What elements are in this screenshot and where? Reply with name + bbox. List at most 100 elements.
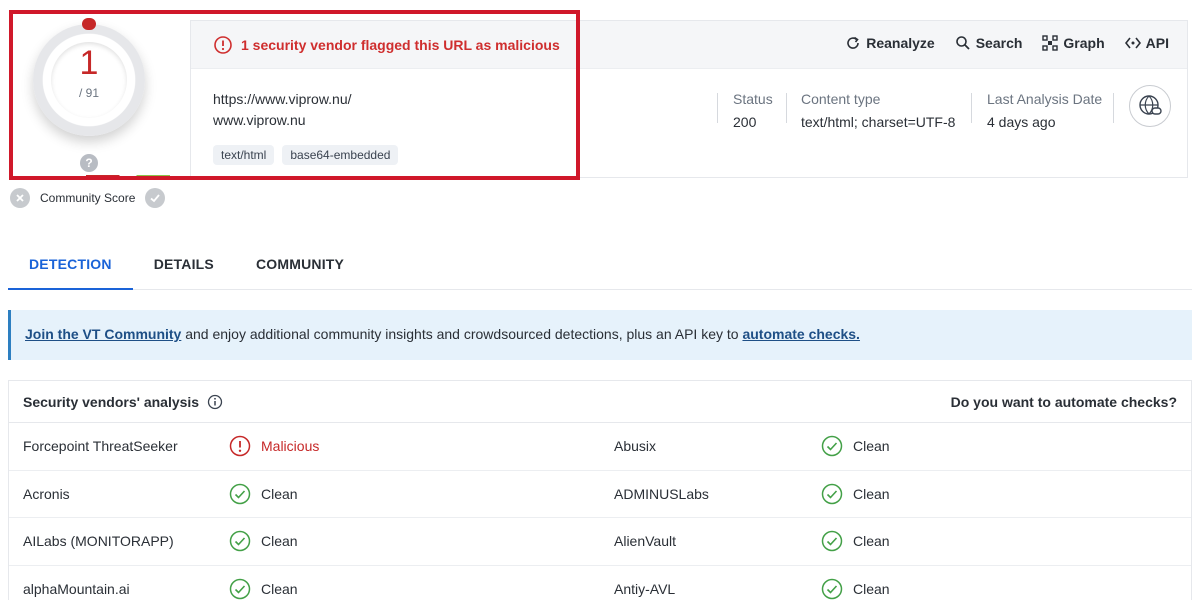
vendors-title: Security vendors' analysis: [23, 393, 200, 410]
reanalyze-label: Reanalyze: [866, 35, 935, 51]
check-icon: [150, 194, 161, 203]
vendor-result-cell: Clean: [229, 578, 298, 600]
vote-malicious-button[interactable]: [10, 188, 30, 208]
full-url: https://www.viprow.nu/: [213, 91, 352, 107]
vendor-name-cell: AILabs (MONITORAPP): [23, 533, 174, 549]
result-clean: Clean: [853, 533, 890, 549]
url-summary-card: 1 security vendor flagged this URL as ma…: [190, 20, 1188, 178]
vendor-name: ADMINUSLabs: [614, 485, 709, 502]
automate-checks-prompt[interactable]: Do you want to automate checks?: [951, 394, 1177, 410]
community-score-row: Community Score: [10, 188, 166, 208]
vendor-name-cell: Acronis: [23, 486, 70, 502]
status-meta: Status 200: [733, 89, 773, 133]
vendor-name-cell: Abusix: [614, 438, 656, 454]
content-type-label: Content type: [801, 91, 881, 107]
community-score-bar: [86, 175, 170, 179]
vendor-name: AlienVault: [614, 533, 677, 549]
automate-checks-link[interactable]: automate checks.: [742, 326, 860, 342]
vendor-name: Abusix: [614, 438, 657, 454]
vote-harmless-button[interactable]: [145, 188, 166, 208]
graph-button[interactable]: Graph: [1042, 35, 1105, 51]
globe-link-button[interactable]: [1129, 85, 1171, 127]
vendor-row: Forcepoint ThreatSeeker Malicious Abusix Cl…: [9, 423, 1191, 471]
api-icon: [1124, 37, 1141, 49]
result-clean: Clean: [261, 533, 298, 549]
community-score-label: Community Score: [40, 191, 136, 205]
check-circle-icon: [821, 530, 843, 552]
vendor-row: alphaMountain.ai Clean Antiy-AVL Clean: [9, 566, 1191, 600]
status-label: Status: [733, 91, 773, 107]
result-malicious: Malicious: [261, 438, 320, 454]
graph-label: Graph: [1063, 35, 1105, 51]
vendor-result-cell: Clean: [821, 578, 890, 600]
vendor-name-cell: Antiy-AVL: [614, 581, 675, 597]
vendor-name-cell: alphaMountain.ai: [23, 581, 130, 597]
divider: [717, 93, 718, 123]
last-analysis-meta: Last Analysis Date 4 days ago: [987, 89, 1102, 133]
alert-circle-icon: [229, 435, 251, 457]
api-label: API: [1145, 35, 1169, 51]
score-indicator-dot: [82, 18, 96, 30]
check-circle-icon: [821, 578, 843, 599]
api-button[interactable]: API: [1124, 35, 1169, 51]
divider: [1113, 93, 1114, 123]
detection-count: 1: [79, 44, 99, 82]
tag-text-html[interactable]: text/html: [213, 145, 275, 165]
check-circle-icon: [229, 483, 251, 504]
vendor-name-cell: ADMINUSLabs: [614, 486, 709, 502]
info-icon[interactable]: [207, 394, 223, 410]
search-button[interactable]: Search: [955, 35, 1023, 51]
status-value: 200: [733, 114, 757, 130]
url-block: https://www.viprow.nu/ www.viprow.nu: [213, 89, 352, 131]
result-clean: Clean: [853, 485, 890, 502]
alert-circle-icon: [214, 36, 232, 54]
result-clean: Clean: [853, 438, 890, 454]
content-type-value: text/html; charset=UTF-8: [801, 114, 956, 130]
vendor-name: AILabs (MONITORAPP): [23, 533, 174, 549]
vendor-result-cell: Clean: [821, 483, 890, 505]
reanalyze-button[interactable]: Reanalyze: [845, 35, 935, 51]
vendor-name: Acronis: [23, 485, 70, 502]
vendor-name: Forcepoint ThreatSeeker: [23, 438, 178, 454]
check-circle-icon: [821, 435, 843, 457]
check-circle-icon: [229, 530, 251, 552]
community-banner: Join the VT Community and enjoy addition…: [8, 310, 1192, 360]
tab-bar: DETECTION DETAILS COMMUNITY: [8, 240, 1192, 290]
vendor-result-cell: Clean: [229, 530, 298, 552]
globe-link-icon: [1139, 95, 1162, 115]
community-score-help-icon[interactable]: ?: [80, 154, 98, 172]
domain: www.viprow.nu: [213, 112, 306, 128]
tab-community[interactable]: COMMUNITY: [235, 240, 365, 289]
tab-detection[interactable]: DETECTION: [8, 240, 133, 290]
tag-list: text/html base64-embedded: [213, 145, 399, 165]
vendor-name: alphaMountain.ai: [23, 580, 130, 597]
tab-details[interactable]: DETAILS: [133, 240, 235, 289]
divider: [971, 93, 972, 123]
banner-text: and enjoy additional community insights …: [181, 326, 743, 342]
graph-icon: [1042, 35, 1059, 51]
detection-score-ring: 1 / 91: [33, 18, 145, 136]
last-analysis-label: Last Analysis Date: [987, 91, 1103, 107]
vendor-result-cell: Clean: [821, 435, 890, 457]
search-label: Search: [975, 35, 1023, 51]
flag-bar: 1 security vendor flagged this URL as ma…: [191, 21, 1187, 69]
search-icon: [955, 36, 970, 50]
tag-base64-embedded[interactable]: base64-embedded: [282, 145, 399, 165]
vendor-name-cell: Forcepoint ThreatSeeker: [23, 438, 178, 454]
header-actions: Reanalyze Search Graph API: [845, 35, 1169, 51]
content-type-meta: Content type text/html; charset=UTF-8: [801, 89, 955, 133]
vendor-name: Antiy-AVL: [614, 580, 676, 597]
check-circle-icon: [821, 483, 843, 504]
vendor-row: Acronis Clean ADMINUSLabs Clean: [9, 471, 1191, 518]
result-clean: Clean: [853, 580, 890, 597]
refresh-icon: [847, 36, 860, 49]
check-circle-icon: [229, 578, 251, 599]
divider: [786, 93, 787, 123]
result-clean: Clean: [261, 580, 298, 597]
join-community-link[interactable]: Join the VT Community: [25, 326, 181, 342]
malicious-flag: 1 security vendor flagged this URL as ma…: [213, 35, 560, 55]
vendors-header: Security vendors' analysis Do you want t…: [9, 381, 1191, 423]
result-clean: Clean: [261, 485, 298, 502]
vendor-rows: Forcepoint ThreatSeeker Malicious Abusix Cl…: [9, 423, 1191, 600]
vendors-table: Security vendors' analysis Do you want t…: [8, 380, 1192, 600]
